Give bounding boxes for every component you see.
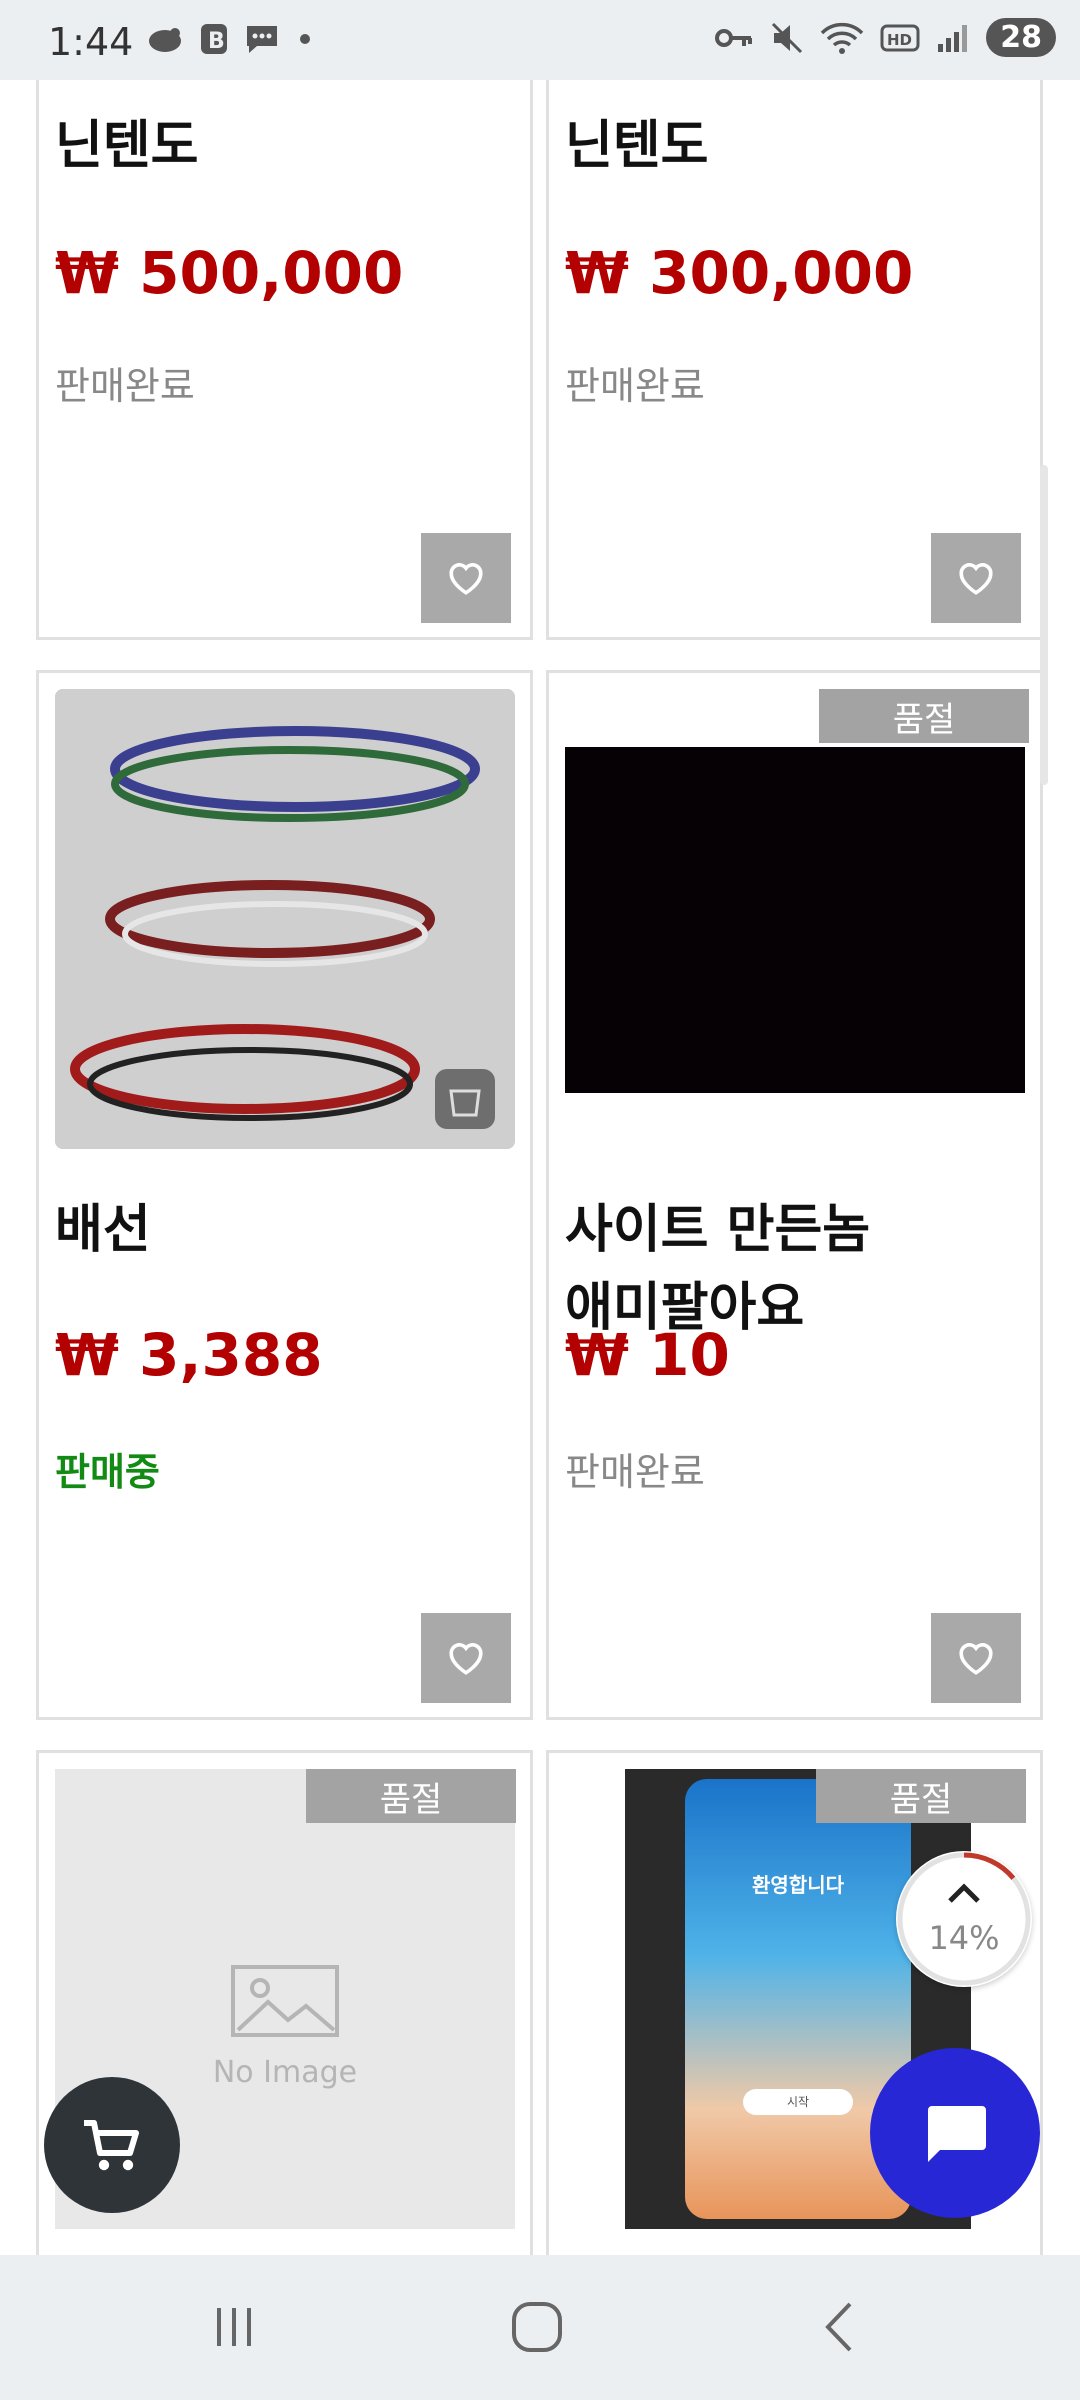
system-icons: HD 28 — [714, 18, 1056, 57]
recents-button[interactable] — [174, 2287, 294, 2367]
home-button[interactable] — [477, 2287, 597, 2367]
product-title-line1: 사이트 만든놈 — [565, 1200, 871, 1260]
chat-button[interactable] — [870, 2048, 1040, 2218]
product-card[interactable]: 닌텐도 ₩ 300,000 판매완료 — [546, 80, 1043, 640]
svg-text:HD: HD — [887, 31, 912, 49]
wifi-icon — [821, 22, 864, 54]
product-title: 배선 — [55, 1200, 151, 1260]
product-card[interactable]: 배선 ₩ 3,388 판매중 — [36, 670, 533, 1720]
heart-icon — [449, 563, 483, 595]
hd-icon: HD — [880, 24, 920, 51]
notification-icons: B — [145, 22, 315, 56]
no-image-icon — [231, 1965, 339, 2037]
heart-icon — [959, 563, 993, 595]
svg-text:B: B — [208, 29, 225, 54]
chevron-up-icon — [948, 1883, 980, 1903]
chat-icon — [928, 2106, 986, 2162]
status-bar: 1:44 B HD 28 — [0, 0, 1080, 80]
signal-icon — [938, 24, 968, 52]
scrollbar[interactable] — [1040, 465, 1048, 785]
heart-icon — [959, 1643, 993, 1675]
wishlist-button[interactable] — [421, 533, 511, 623]
key-icon — [715, 28, 753, 47]
wishlist-button[interactable] — [931, 1613, 1021, 1703]
product-title: 닌텐도 — [565, 116, 709, 176]
wishlist-button[interactable] — [421, 1613, 511, 1703]
recents-icon — [217, 2308, 251, 2346]
product-title: 닌텐도 — [55, 116, 199, 176]
back-button[interactable] — [780, 2287, 900, 2367]
wishlist-button[interactable] — [931, 533, 1021, 623]
cart-icon — [84, 2120, 139, 2171]
product-price: ₩ 300,000 — [565, 239, 914, 307]
soldout-badge: 품절 — [819, 689, 1029, 743]
heart-icon — [449, 1643, 483, 1675]
cable-photo — [55, 689, 515, 1149]
product-price: ₩ 500,000 — [55, 239, 404, 307]
back-icon — [825, 2302, 852, 2352]
status-time: 1:44 — [48, 20, 134, 64]
home-icon — [512, 2302, 562, 2352]
phone-start-button: 시작 — [743, 2089, 853, 2115]
battery-indicator: 28 — [986, 18, 1056, 57]
soldout-badge: 품절 — [306, 1769, 516, 1823]
product-image[interactable] — [55, 689, 515, 1149]
cart-button[interactable] — [44, 2077, 180, 2213]
b-app-icon: B — [201, 24, 227, 54]
scroll-percent: 14% — [928, 1919, 1000, 1957]
system-navigation-bar — [0, 2255, 1080, 2400]
product-price: ₩ 3,388 — [55, 1321, 323, 1389]
phone-welcome-text: 환영합니다 — [752, 1873, 844, 1897]
product-price: ₩ 10 — [565, 1321, 730, 1389]
product-card[interactable]: 닌텐도 ₩ 500,000 판매완료 — [36, 80, 533, 640]
product-status: 판매완료 — [55, 364, 195, 408]
product-card[interactable]: 품절 사이트 만든놈 애미팔아요 ₩ 10 판매완료 — [546, 670, 1043, 1720]
product-status: 판매완료 — [565, 1450, 705, 1494]
scroll-to-top-button[interactable]: 14% — [896, 1851, 1032, 1987]
piggy-icon — [149, 28, 181, 52]
message-icon — [247, 26, 277, 53]
product-status: 판매중 — [55, 1450, 160, 1494]
dot-icon — [300, 34, 310, 44]
soldout-badge: 품절 — [816, 1769, 1026, 1823]
product-image[interactable] — [565, 747, 1025, 1093]
product-status: 판매완료 — [565, 364, 705, 408]
mute-icon — [772, 22, 803, 53]
